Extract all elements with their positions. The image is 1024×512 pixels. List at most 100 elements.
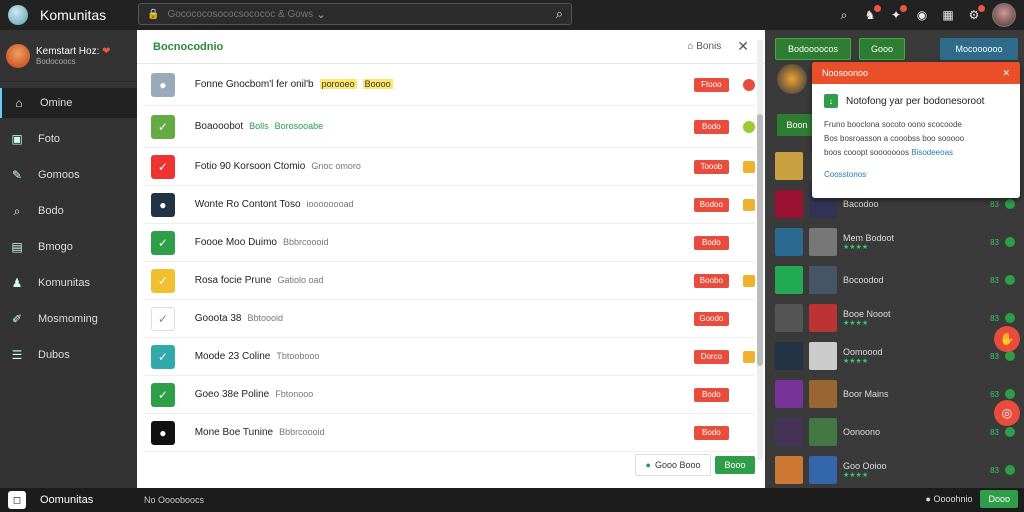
row-status-marker xyxy=(743,389,755,401)
bottom-right-label[interactable]: ● Oooohnio xyxy=(925,494,972,504)
close-icon[interactable]: ✕ xyxy=(737,38,749,55)
table-row[interactable]: ✓ Foooe Moo Duimo Bbbrcoooid Bodo xyxy=(143,224,755,262)
sidebar-item-6[interactable]: ✐ Mosmoming xyxy=(0,304,137,334)
item-score: 83 xyxy=(990,313,999,323)
row-icon: ✓ xyxy=(151,268,175,293)
list-item[interactable]: Mem Bodoot ★★★★ 83 xyxy=(775,224,1015,260)
dropdown-icon[interactable]: ⌄ xyxy=(317,8,326,21)
row-tag: ioooooooad xyxy=(306,199,354,209)
list-item[interactable]: Booe Nooot ★★★★ 83 xyxy=(775,300,1015,336)
sidebar-item-7[interactable]: ☰ Dubos xyxy=(0,340,137,370)
right-avatar[interactable] xyxy=(777,64,807,94)
settings-dot xyxy=(978,5,985,12)
fab-action-1[interactable]: ✋ xyxy=(994,326,1020,352)
logo-icon xyxy=(8,5,28,25)
item-score: 83 xyxy=(990,427,999,437)
row-status-marker xyxy=(743,198,755,211)
table-row[interactable]: ✓ Gooota 38 Bbtoooid Goodo xyxy=(143,300,755,338)
chat-icon: ◎ xyxy=(1001,406,1013,420)
right-button-2[interactable]: Gooo xyxy=(859,38,905,60)
row-action-button[interactable]: Bodoo xyxy=(693,197,730,212)
profile-subtitle: Bodocoocs xyxy=(36,56,76,66)
table-row[interactable]: ✓ Boaooobot Bolls Borosooabe Bodo xyxy=(143,106,755,148)
search-box[interactable]: 🔒 ⌄ ⌕ xyxy=(138,3,572,25)
row-status-marker xyxy=(743,313,755,325)
profile-card[interactable]: Kemstart Hoz: ❤ Bodocoocs xyxy=(0,30,137,82)
app-badge-icon[interactable]: ◻ xyxy=(8,491,26,509)
list-item[interactable]: Oomoood ★★★★ 83 xyxy=(775,338,1015,374)
row-text: Foooe Moo Duimo Bbbrcoooid xyxy=(194,237,329,248)
row-tag: Gatiolo oad xyxy=(277,275,324,285)
row-tag: Bolls xyxy=(249,121,269,131)
item-score: 83 xyxy=(990,275,999,285)
item-thumbnail xyxy=(775,418,803,446)
row-tag: Bbtoooid xyxy=(247,313,283,323)
row-action-button[interactable]: Ftooo xyxy=(693,77,730,92)
row-action-button[interactable]: Goodo xyxy=(693,311,730,326)
row-tag: Bbbrcoooid xyxy=(279,427,325,437)
table-row[interactable]: ● Fonne Gnocbom'l fer onil'b porooeo Boooo F… xyxy=(143,64,755,106)
notifications-icon[interactable]: ♞ xyxy=(862,5,881,23)
section-tab[interactable]: Boon xyxy=(777,114,817,136)
row-icon: ✓ xyxy=(151,114,175,139)
search-input[interactable] xyxy=(167,8,317,20)
primary-button[interactable]: Booo xyxy=(715,456,755,474)
table-row[interactable]: ✓ Rosa focie Prune Gatiolo oad Boobo xyxy=(143,262,755,300)
sidebar-item-3[interactable]: ⌕ Bodo xyxy=(0,196,137,226)
sidebar-item-4[interactable]: ▤ Bmogo xyxy=(0,232,137,262)
item-avatar xyxy=(809,418,837,446)
row-action-button[interactable]: Bodo xyxy=(693,387,730,402)
row-action-button[interactable]: Tooob xyxy=(693,159,730,174)
popup-header: Noosoonoo ✕ xyxy=(812,62,1020,84)
sidebar-item-5[interactable]: ♟ Komunitas xyxy=(0,268,137,298)
sidebar-item-label: Gomoos xyxy=(38,169,80,181)
scrollbar-thumb[interactable] xyxy=(757,114,763,366)
list-item[interactable]: Goo Ooioo ★★★★ 83 xyxy=(775,452,1015,488)
app-logo[interactable] xyxy=(4,1,32,29)
row-status-marker xyxy=(743,274,755,287)
item-thumbnail xyxy=(775,266,803,294)
right-button-1[interactable]: Bodoooocos xyxy=(775,38,851,60)
settings-icon[interactable]: ⚙ xyxy=(966,5,985,23)
globe-icon[interactable]: ◉ xyxy=(914,7,930,23)
right-button-3[interactable]: Mocoooooo xyxy=(940,38,1018,60)
secondary-button[interactable]: ● Gooo Booo xyxy=(635,454,711,476)
notification-popup: Noosoonoo ✕ ↓ Notofong yar per bodonesoro… xyxy=(812,62,1020,198)
sidebar-item-2[interactable]: ✎ Gomoos xyxy=(0,160,137,190)
list-item[interactable]: Boor Mains 63 xyxy=(775,376,1015,412)
options-button[interactable]: ⌂ Bonis xyxy=(687,41,721,52)
table-row[interactable]: ✓ Moode 23 Coline Tbtoobooo Dorco xyxy=(143,338,755,376)
row-tag: Tbtoobooo xyxy=(276,351,320,361)
item-thumbnail xyxy=(775,342,803,370)
popup-link[interactable]: Bisodeeoas xyxy=(911,148,953,157)
close-icon[interactable]: ✕ xyxy=(1002,68,1010,79)
popup-description: Fruno booclona socoto oono scocoode Bos … xyxy=(824,120,965,157)
row-action-button[interactable]: Boobo xyxy=(693,273,730,288)
item-score: 63 xyxy=(990,389,999,399)
list-item[interactable]: Oonoono 83 xyxy=(775,414,1015,450)
info-icon: ● xyxy=(925,494,931,504)
sidebar: Kemstart Hoz: ❤ Bodocoocs ⌂ Omine ▣ Foto ✎ Go… xyxy=(0,30,137,488)
row-action-button[interactable]: Bodo xyxy=(693,425,730,440)
user-avatar[interactable] xyxy=(992,3,1016,27)
gamepad-icon[interactable]: ✦ xyxy=(888,5,907,23)
row-status-marker xyxy=(743,237,755,249)
table-row[interactable]: ● Wonte Ro Contont Toso ioooooooad Bodoo xyxy=(143,186,755,224)
sidebar-item-1[interactable]: ▣ Foto xyxy=(0,124,137,154)
table-row[interactable]: ✓ Fotio 90 Korsoon Ctomio Gnoc omoro Tooob xyxy=(143,148,755,186)
search-icon[interactable]: ⌕ xyxy=(836,7,852,23)
row-action-button[interactable]: Dorco xyxy=(693,349,730,364)
main-scrollbar[interactable] xyxy=(757,40,763,460)
bottom-right-button[interactable]: Dooo xyxy=(980,490,1018,508)
grid-icon[interactable]: ▦ xyxy=(940,7,956,23)
sidebar-item-0[interactable]: ⌂ Omine xyxy=(0,88,137,118)
table-row[interactable]: ✓ Goeo 38e Poline Fbtonooo Bodo xyxy=(143,376,755,414)
row-action-button[interactable]: Bodo xyxy=(693,235,730,250)
table-row[interactable]: ● Mone Boe Tunine Bbbrcoooid Bodo xyxy=(143,414,755,452)
row-text: Boaooobot Bolls Borosooabe xyxy=(194,121,324,132)
list-item[interactable]: Bocoodod 83 xyxy=(775,262,1015,298)
row-action-button[interactable]: Bodo xyxy=(693,119,730,134)
popup-more-link[interactable]: Coosstonos xyxy=(824,170,1008,179)
fab-action-2[interactable]: ◎ xyxy=(994,400,1020,426)
search-icon[interactable]: ⌕ xyxy=(556,6,563,22)
